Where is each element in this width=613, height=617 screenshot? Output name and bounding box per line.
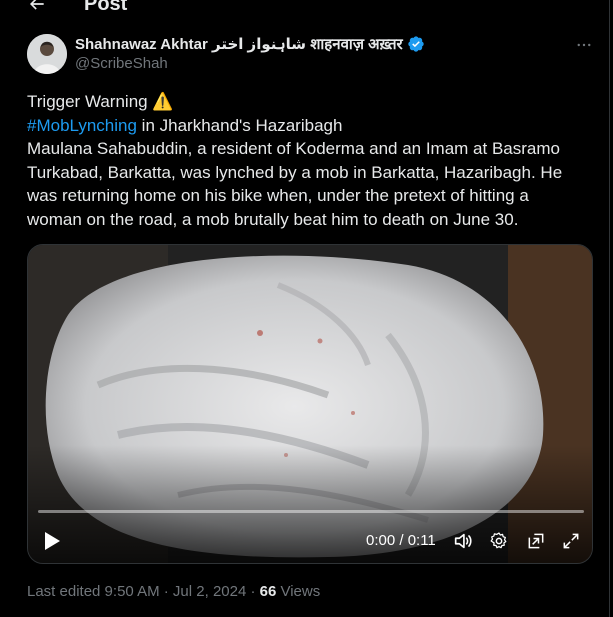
video-progress-bar[interactable]	[38, 510, 584, 513]
tweet-line-2: #MobLynching in Jharkhand's Hazaribagh	[27, 114, 587, 138]
page-header: Post	[0, 0, 609, 18]
tweet-line-5: was returning home on his bike when, und…	[27, 186, 529, 205]
expand-icon	[563, 533, 579, 549]
volume-button[interactable]	[451, 529, 475, 553]
author-handle[interactable]: @ScribeShah	[75, 55, 168, 73]
tweet-line-2-text: in Jharkhand's Hazaribagh	[136, 115, 343, 135]
post-page: Post Shahnawaz Akhtar شاہنواز اختر शाहनव…	[0, 0, 613, 617]
tweet-line-1: Trigger Warning ⚠️	[27, 92, 174, 111]
settings-button[interactable]	[487, 529, 511, 553]
back-button[interactable]	[22, 0, 52, 16]
video-frame-image	[28, 245, 592, 563]
column-divider	[609, 0, 610, 617]
page-title: Post	[84, 0, 128, 15]
hashtag-link[interactable]: #MobLynching	[27, 116, 137, 135]
play-icon	[45, 532, 60, 550]
more-dots-icon	[577, 43, 591, 47]
fullscreen-button[interactable]	[559, 529, 583, 553]
gear-icon	[490, 532, 507, 549]
views-count: 66	[259, 583, 277, 600]
edited-timestamp[interactable]: Last edited 9:50 AM · Jul 2, 2024 ·	[27, 583, 260, 600]
tweet-line-6: woman on the road, a mob brutally beat h…	[27, 209, 519, 229]
tweet-line-4: Turkabad, Barkatta, was lynched by a mob…	[27, 162, 563, 182]
more-options-button[interactable]	[572, 35, 596, 55]
avatar-photo-icon	[27, 34, 67, 74]
author-name-row[interactable]: Shahnawaz Akhtar شاہنواز اختر शाहनवाज़ अ…	[75, 34, 425, 54]
tweet-text: Trigger Warning ⚠️ #MobLynching in Jhark…	[27, 90, 587, 231]
views-label: Views	[276, 583, 321, 600]
pip-icon	[528, 533, 544, 549]
arrow-left-icon	[29, 0, 44, 10]
picture-in-picture-button[interactable]	[524, 529, 548, 553]
play-button[interactable]	[40, 527, 64, 555]
avatar[interactable]	[27, 34, 67, 74]
author-name[interactable]: Shahnawaz Akhtar شاہنواز اختر शाहनवाज़ अ…	[75, 34, 403, 54]
video-player[interactable]: 0:00 / 0:11	[27, 244, 593, 564]
verified-badge-icon	[407, 35, 425, 53]
post-meta: Last edited 9:50 AM · Jul 2, 2024 · 66 V…	[27, 583, 320, 600]
speaker-icon	[454, 533, 472, 549]
video-time: 0:00 / 0:11	[366, 532, 436, 549]
tweet-line-3: Maulana Sahabuddin, a resident of Koderm…	[27, 139, 560, 158]
video-controls: 0:00 / 0:11	[28, 521, 592, 561]
